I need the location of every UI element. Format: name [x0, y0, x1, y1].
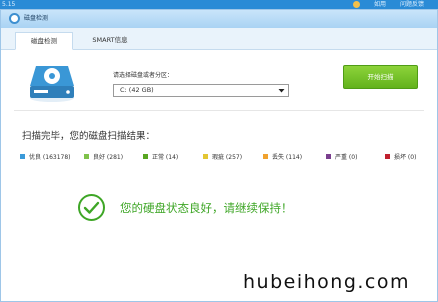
check-circle-icon [78, 194, 105, 221]
legend-normal: 正常 (14) [143, 154, 178, 162]
divider [14, 110, 424, 111]
start-scan-button[interactable]: 开始扫描 [343, 65, 418, 89]
top-link-feedback[interactable]: 问题反馈 [400, 0, 424, 9]
version-text: 5.15 [2, 1, 16, 8]
top-link-help[interactable]: 如用 [374, 0, 386, 9]
legend-swatch [20, 154, 25, 159]
hard-drive-icon [30, 66, 74, 102]
legend-excellent: 优良 (163178) [20, 154, 71, 162]
window-title: 磁盘检测 [24, 15, 49, 22]
legend-good: 良好 (281) [84, 154, 123, 162]
legend-swatch [203, 154, 208, 159]
legend-swatch [385, 154, 390, 159]
tab-smart-info[interactable]: SMART信息 [77, 32, 143, 50]
select-disk-label: 请选择磁盘或者分区： [113, 72, 174, 79]
legend-flaw: 瑕疵 (257) [203, 154, 242, 162]
result-title: 扫描完毕，您的磁盘扫描结果： [22, 131, 156, 142]
title-bar: 磁盘检测 [1, 10, 437, 28]
user-icon[interactable] [353, 1, 360, 8]
legend-swatch [263, 154, 268, 159]
app-icon [9, 13, 20, 24]
status-message: 您的硬盘状态良好，请继续保持！ [120, 201, 293, 215]
legend-severe: 严重 (0) [326, 154, 357, 162]
legend-lost: 丢失 (114) [263, 154, 302, 162]
legend-swatch [84, 154, 89, 159]
tab-disk-check[interactable]: 磁盘检测 [15, 32, 73, 50]
disk-select[interactable]: C: (42 GB) [113, 84, 289, 97]
top-strip: 5.15 如用 问题反馈 [0, 0, 438, 9]
legend-damaged: 损坏 (0) [385, 154, 416, 162]
watermark-text: hubeihong.com [243, 271, 411, 293]
legend-swatch [326, 154, 331, 159]
disk-select-value: C: (42 GB) [120, 86, 154, 94]
tab-bar: 磁盘检测 SMART信息 [1, 28, 437, 50]
legend-swatch [143, 154, 148, 159]
chevron-down-icon [278, 89, 285, 93]
